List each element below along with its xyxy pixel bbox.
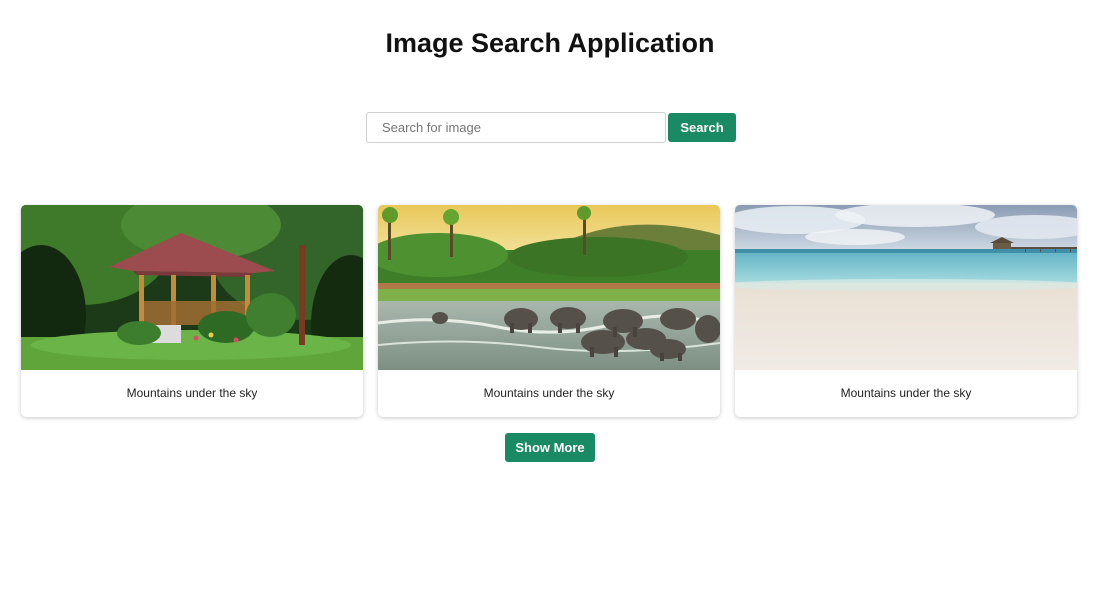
image-result-card[interactable]: Mountains under the sky [21,205,363,417]
search-input[interactable] [366,112,666,143]
result-image-beach[interactable] [735,205,1077,370]
search-form: Search [366,112,736,143]
result-image-gazebo[interactable] [21,205,363,370]
search-button[interactable]: Search [668,113,736,142]
page-title: Image Search Application [385,28,715,58]
show-more-button[interactable]: Show More [505,433,595,462]
result-image-elephants[interactable] [378,205,720,370]
image-caption: Mountains under the sky [126,386,258,400]
image-result-card[interactable]: Mountains under the sky [378,205,720,417]
image-caption: Mountains under the sky [840,386,972,400]
image-results-grid: Mountains under the sky Mountains under … [21,205,1079,417]
image-caption: Mountains under the sky [483,386,615,400]
image-result-card[interactable]: Mountains under the sky [735,205,1077,417]
